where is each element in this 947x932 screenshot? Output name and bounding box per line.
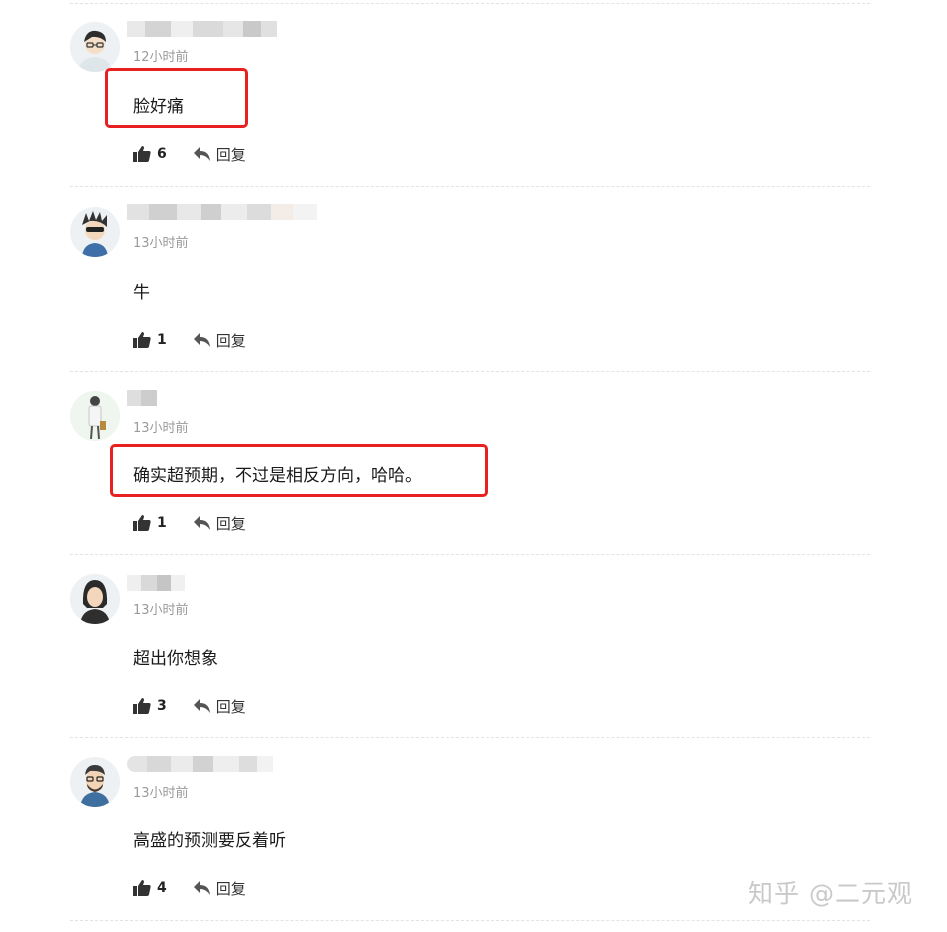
- reply-arrow-icon: [193, 516, 210, 530]
- username-redacted[interactable]: [127, 383, 157, 413]
- like-count: 6: [157, 146, 167, 162]
- avatar[interactable]: [70, 574, 120, 624]
- reply-label: 回复: [215, 697, 246, 716]
- thumbs-up-icon: [133, 880, 151, 896]
- like-button[interactable]: 1: [133, 331, 167, 349]
- username-redacted[interactable]: [127, 197, 317, 227]
- reply-button[interactable]: 回复: [193, 696, 246, 717]
- like-count: 1: [157, 515, 167, 531]
- comment-time: 12小时前: [133, 50, 189, 65]
- divider: [70, 186, 870, 187]
- divider: [70, 737, 870, 738]
- thumbs-up-icon: [133, 332, 151, 348]
- comment-time: 13小时前: [133, 603, 189, 618]
- reply-label: 回复: [215, 145, 246, 164]
- username-redacted[interactable]: [127, 749, 273, 779]
- comment-content: 高盛的预测要反着听: [133, 831, 286, 851]
- reply-arrow-icon: [193, 699, 210, 713]
- reply-button[interactable]: 回复: [193, 144, 246, 165]
- username-redacted[interactable]: [127, 568, 185, 598]
- reply-arrow-icon: [193, 881, 210, 895]
- reply-arrow-icon: [193, 147, 210, 161]
- like-count: 4: [157, 880, 167, 896]
- divider: [70, 371, 870, 372]
- reply-label: 回复: [215, 331, 246, 350]
- zhihu-watermark: 知乎 @二元观: [748, 879, 913, 908]
- comment-time: 13小时前: [133, 236, 189, 251]
- avatar[interactable]: [70, 391, 120, 441]
- comment-content: 脸好痛: [133, 97, 184, 117]
- comment-time: 13小时前: [133, 786, 189, 801]
- thumbs-up-icon: [133, 698, 151, 714]
- like-button[interactable]: 6: [133, 145, 167, 163]
- reply-button[interactable]: 回复: [193, 878, 246, 899]
- comment-content: 确实超预期，不过是相反方向，哈哈。: [133, 466, 422, 486]
- comment-time: 13小时前: [133, 421, 189, 436]
- thumbs-up-icon: [133, 515, 151, 531]
- like-button[interactable]: 1: [133, 514, 167, 532]
- reply-label: 回复: [215, 514, 246, 533]
- avatar[interactable]: [70, 757, 120, 807]
- comment-content: 牛: [133, 283, 150, 303]
- reply-label: 回复: [215, 879, 246, 898]
- divider: [70, 920, 870, 921]
- comment-content: 超出你想象: [133, 649, 218, 669]
- username-redacted[interactable]: [127, 14, 277, 44]
- avatar[interactable]: [70, 207, 120, 257]
- like-count: 3: [157, 698, 167, 714]
- like-count: 1: [157, 332, 167, 348]
- avatar[interactable]: [70, 22, 120, 72]
- divider: [70, 554, 870, 555]
- reply-arrow-icon: [193, 333, 210, 347]
- reply-button[interactable]: 回复: [193, 330, 246, 351]
- like-button[interactable]: 3: [133, 697, 167, 715]
- like-button[interactable]: 4: [133, 879, 167, 897]
- thumbs-up-icon: [133, 146, 151, 162]
- divider: [70, 3, 870, 4]
- reply-button[interactable]: 回复: [193, 513, 246, 534]
